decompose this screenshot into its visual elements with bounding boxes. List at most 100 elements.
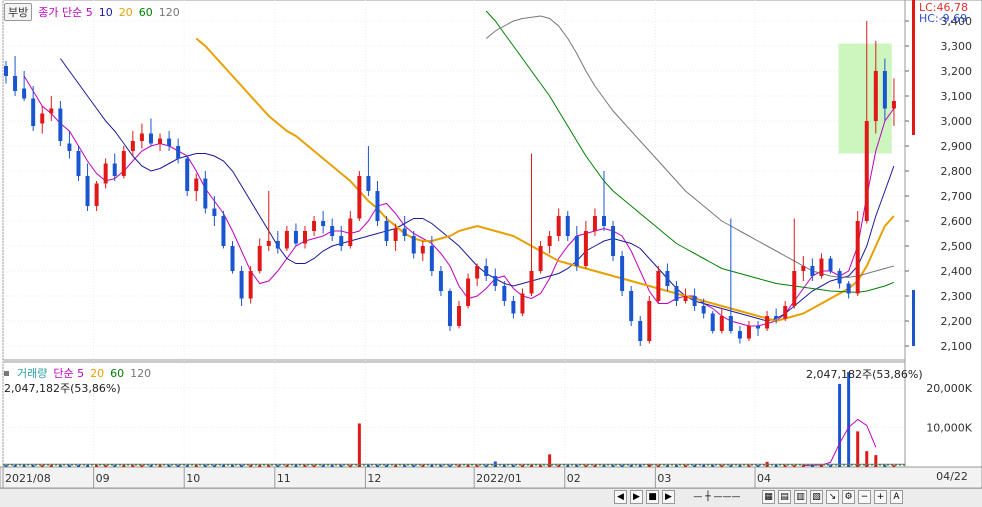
- candle-body: [891, 101, 896, 109]
- price-tick-label: 2,100: [941, 340, 973, 353]
- candle-body: [31, 98, 36, 126]
- ticker-button[interactable]: 부방: [4, 3, 33, 21]
- candle-body: [882, 71, 887, 109]
- volume-bar-highlight: [357, 423, 361, 467]
- candle-body: [665, 271, 670, 286]
- candle-body: [22, 88, 27, 99]
- axis-up-strip: [912, 0, 915, 135]
- candle-body: [94, 183, 99, 206]
- candle-body: [429, 246, 434, 271]
- layout-icon[interactable]: ▤: [778, 490, 791, 504]
- zoom-in-button[interactable]: +: [874, 490, 887, 504]
- candle-body: [239, 271, 244, 299]
- candle-body: [692, 296, 697, 306]
- candle-body: [312, 221, 317, 231]
- candle-body: [602, 216, 606, 226]
- zoom-out-button[interactable]: −: [858, 490, 871, 504]
- legend-vol-ma20[interactable]: 20: [90, 367, 104, 380]
- candle-body: [176, 146, 181, 159]
- candle-body: [828, 258, 833, 271]
- candle-body: [855, 221, 860, 294]
- candle-body: [765, 316, 770, 329]
- candle-body: [656, 271, 661, 301]
- volume-readout-left: 2,047,182주(53,86%): [4, 382, 121, 395]
- candle-body: [103, 163, 108, 184]
- candle-body: [583, 231, 588, 266]
- candle-body: [384, 221, 389, 241]
- price-tick-label: 2,900: [941, 140, 973, 153]
- candle-body: [348, 218, 353, 246]
- candle-body: [85, 176, 90, 206]
- candle-body: [737, 331, 742, 339]
- candle-body: [58, 108, 63, 141]
- price-chart[interactable]: 3,4003,3003,2003,1003,0002,9002,8002,700…: [0, 0, 982, 506]
- candle-body: [819, 258, 824, 276]
- candle-body: [248, 271, 253, 299]
- candle-body: [148, 133, 153, 144]
- volume-tick-label: 20,000K: [926, 382, 972, 395]
- price-tick-label: 3,200: [941, 65, 973, 78]
- candle-body: [212, 208, 217, 216]
- settings-icon[interactable]: ⚙: [842, 490, 855, 504]
- scroll-left-button[interactable]: ◀: [614, 490, 627, 504]
- candle-body: [529, 271, 534, 294]
- candle-body: [185, 158, 190, 191]
- candle-body: [511, 301, 516, 314]
- price-tick-label: 3,100: [941, 90, 973, 103]
- candle-body: [67, 143, 72, 151]
- candle-body: [638, 321, 643, 341]
- legend-ma10[interactable]: 10: [99, 6, 113, 19]
- candle-body: [438, 271, 443, 291]
- candle-body: [620, 256, 625, 291]
- candle-body: [339, 236, 344, 246]
- legend-vol-ma5[interactable]: 단순 5: [53, 365, 84, 381]
- legend-vol-ma120[interactable]: 120: [130, 367, 151, 380]
- legend-ma5[interactable]: 종가 단순 5: [38, 4, 92, 20]
- hc-label: HC:-9,69: [919, 12, 968, 25]
- candle-body: [710, 313, 715, 331]
- font-button[interactable]: A: [890, 490, 903, 504]
- candle-body: [746, 326, 751, 339]
- scroll-controls: ◀ ▶ ■ ▶: [614, 490, 675, 504]
- candle-body: [266, 241, 271, 246]
- candle-body: [203, 178, 208, 209]
- volume-bar-highlight: [856, 431, 860, 467]
- stop-button[interactable]: ■: [646, 490, 659, 504]
- candle-body: [4, 66, 8, 76]
- x-tick-label: 2022/01: [476, 472, 522, 485]
- table-icon[interactable]: ▥: [794, 490, 807, 504]
- candle-body: [864, 121, 869, 221]
- candle-body: [611, 226, 616, 256]
- legend-ma120[interactable]: 120: [159, 6, 180, 19]
- zoom-track[interactable]: — ┼ ———: [686, 491, 748, 503]
- candle-body: [674, 286, 679, 301]
- legend-ma20[interactable]: 20: [119, 6, 133, 19]
- candle-body: [647, 301, 652, 341]
- candle-body: [158, 138, 163, 144]
- candle-body: [592, 216, 597, 231]
- price-tick-label: 2,400: [941, 265, 973, 278]
- zoom-slider[interactable]: — ┼ ———: [686, 490, 748, 504]
- candle-body: [284, 231, 289, 249]
- grid-icon[interactable]: ▦: [762, 490, 775, 504]
- candle-body: [493, 276, 498, 286]
- play-button[interactable]: ▶: [662, 490, 675, 504]
- scroll-right-button[interactable]: ▶: [630, 490, 643, 504]
- legend-vol-ma60[interactable]: 60: [110, 367, 124, 380]
- draw-icon[interactable]: ↘: [826, 490, 839, 504]
- legend-volume[interactable]: 거래량: [17, 365, 47, 381]
- candle-body: [130, 141, 135, 151]
- price-legend: 부방 종가 단순 5 10 20 60 120: [4, 3, 180, 21]
- x-tick-label: 02: [567, 472, 581, 485]
- candle-body: [783, 306, 788, 319]
- candle-body: [420, 246, 425, 254]
- candle-body: [466, 278, 471, 306]
- candle-body: [275, 241, 280, 249]
- candle-body: [629, 291, 634, 321]
- candle-body: [330, 226, 335, 236]
- chart-icon[interactable]: ▧: [810, 490, 823, 504]
- axis-down-strip: [912, 290, 915, 346]
- legend-ma60[interactable]: 60: [139, 6, 153, 19]
- candle-body: [719, 316, 724, 331]
- x-tick-label: 03: [657, 472, 671, 485]
